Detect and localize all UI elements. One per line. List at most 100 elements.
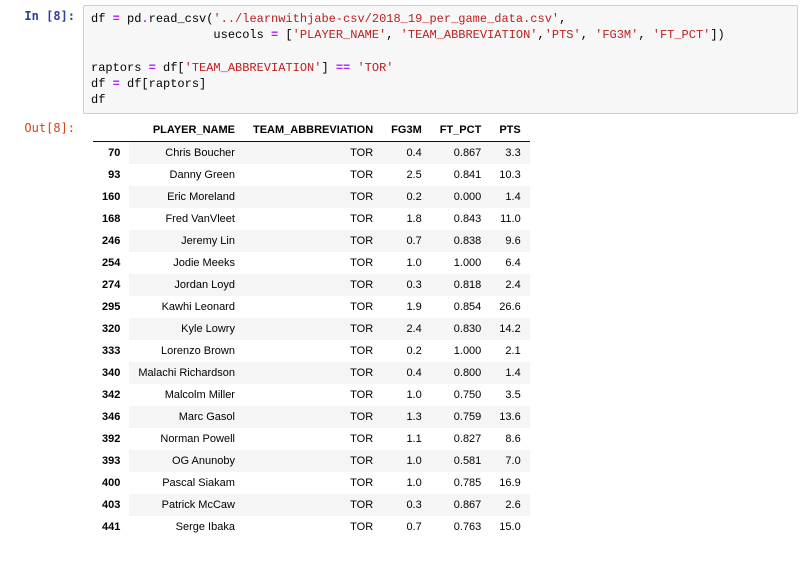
- cell: Chris Boucher: [129, 142, 244, 165]
- table-row: 246Jeremy LinTOR0.70.8389.6: [93, 230, 530, 252]
- cell: TOR: [244, 494, 382, 516]
- row-index: 393: [93, 450, 129, 472]
- cell: Fred VanVleet: [129, 208, 244, 230]
- cell: 0.7: [382, 516, 431, 538]
- table-row: 342Malcolm MillerTOR1.00.7503.5: [93, 384, 530, 406]
- code-tok: ]): [710, 28, 724, 42]
- table-row: 295Kawhi LeonardTOR1.90.85426.6: [93, 296, 530, 318]
- row-index: 254: [93, 252, 129, 274]
- cell: 1.4: [490, 186, 529, 208]
- cell: 2.4: [382, 318, 431, 340]
- cell: 1.8: [382, 208, 431, 230]
- in-prompt: In [8]:: [5, 5, 83, 23]
- cell: 8.6: [490, 428, 529, 450]
- cell: 0.2: [382, 340, 431, 362]
- row-index: 340: [93, 362, 129, 384]
- code-tok: 'PTS': [545, 28, 581, 42]
- code-tok: ,: [581, 28, 595, 42]
- cell: TOR: [244, 450, 382, 472]
- code-tok: ,: [538, 28, 545, 42]
- code-tok: 'PLAYER_NAME': [293, 28, 387, 42]
- code-tok: usecols: [91, 28, 271, 42]
- cell: 0.7: [382, 230, 431, 252]
- code-tok: 'FT_PCT': [653, 28, 711, 42]
- code-tok: raptors: [91, 61, 149, 75]
- code-tok: df[: [156, 61, 185, 75]
- cell: TOR: [244, 428, 382, 450]
- cell: 0.841: [431, 164, 491, 186]
- cell: 0.000: [431, 186, 491, 208]
- cell: 11.0: [490, 208, 529, 230]
- cell: 0.3: [382, 494, 431, 516]
- row-index: 320: [93, 318, 129, 340]
- cell: Pascal Siakam: [129, 472, 244, 494]
- code-tok: df: [91, 93, 105, 107]
- cell: 2.6: [490, 494, 529, 516]
- table-body: 70Chris BoucherTOR0.40.8673.393Danny Gre…: [93, 142, 530, 539]
- cell: 3.3: [490, 142, 529, 165]
- code-tok: df[raptors]: [120, 77, 206, 91]
- code-tok: 'TEAM_ABBREVIATION': [401, 28, 538, 42]
- cell: 0.843: [431, 208, 491, 230]
- cell: OG Anunoby: [129, 450, 244, 472]
- cell: 14.2: [490, 318, 529, 340]
- row-index: 392: [93, 428, 129, 450]
- cell: Danny Green: [129, 164, 244, 186]
- cell: 3.5: [490, 384, 529, 406]
- table-row: 333Lorenzo BrownTOR0.21.0002.1: [93, 340, 530, 362]
- code-tok: df: [91, 12, 113, 26]
- table-row: 254Jodie MeeksTOR1.01.0006.4: [93, 252, 530, 274]
- index-header: [93, 119, 129, 142]
- cell: 2.1: [490, 340, 529, 362]
- cell: Jodie Meeks: [129, 252, 244, 274]
- output-cell: Out[8]: PLAYER_NAME TEAM_ABBREVIATION FG…: [5, 117, 798, 538]
- cell: 0.830: [431, 318, 491, 340]
- cell: TOR: [244, 186, 382, 208]
- cell: 1.9: [382, 296, 431, 318]
- cell: TOR: [244, 472, 382, 494]
- cell: 0.3: [382, 274, 431, 296]
- table-row: 400Pascal SiakamTOR1.00.78516.9: [93, 472, 530, 494]
- code-input[interactable]: df = pd.read_csv('../learnwithjabe-csv/2…: [83, 5, 798, 114]
- out-prompt: Out[8]:: [5, 117, 83, 135]
- cell: 1.000: [431, 252, 491, 274]
- dataframe-table: PLAYER_NAME TEAM_ABBREVIATION FG3M FT_PC…: [93, 119, 530, 538]
- row-index: 295: [93, 296, 129, 318]
- code-tok: =: [113, 77, 120, 91]
- table-row: 93Danny GreenTOR2.50.84110.3: [93, 164, 530, 186]
- cell: 1.4: [490, 362, 529, 384]
- cell: 16.9: [490, 472, 529, 494]
- table-row: 340Malachi RichardsonTOR0.40.8001.4: [93, 362, 530, 384]
- row-index: 333: [93, 340, 129, 362]
- table-row: 392Norman PowellTOR1.10.8278.6: [93, 428, 530, 450]
- row-index: 274: [93, 274, 129, 296]
- col-header: FT_PCT: [431, 119, 491, 142]
- row-index: 246: [93, 230, 129, 252]
- cell: 0.581: [431, 450, 491, 472]
- code-tok: ,: [559, 12, 566, 26]
- cell: TOR: [244, 318, 382, 340]
- code-tok: '../learnwithjabe-csv/2018_19_per_game_d…: [213, 12, 559, 26]
- cell: 0.763: [431, 516, 491, 538]
- cell: Lorenzo Brown: [129, 340, 244, 362]
- cell: 26.6: [490, 296, 529, 318]
- cell: 0.759: [431, 406, 491, 428]
- row-index: 93: [93, 164, 129, 186]
- table-row: 441Serge IbakaTOR0.70.76315.0: [93, 516, 530, 538]
- cell: 0.827: [431, 428, 491, 450]
- cell: 2.5: [382, 164, 431, 186]
- cell: 0.4: [382, 142, 431, 165]
- code-tok: 'TOR': [357, 61, 393, 75]
- row-index: 342: [93, 384, 129, 406]
- cell: 0.867: [431, 494, 491, 516]
- cell: 15.0: [490, 516, 529, 538]
- cell: 0.818: [431, 274, 491, 296]
- code-tok: read_csv(: [149, 12, 214, 26]
- code-tok: =: [149, 61, 156, 75]
- table-row: 320Kyle LowryTOR2.40.83014.2: [93, 318, 530, 340]
- row-index: 160: [93, 186, 129, 208]
- code-tok: 'TEAM_ABBREVIATION': [185, 61, 322, 75]
- table-row: 274Jordan LoydTOR0.30.8182.4: [93, 274, 530, 296]
- table-row: 70Chris BoucherTOR0.40.8673.3: [93, 142, 530, 165]
- cell: Jeremy Lin: [129, 230, 244, 252]
